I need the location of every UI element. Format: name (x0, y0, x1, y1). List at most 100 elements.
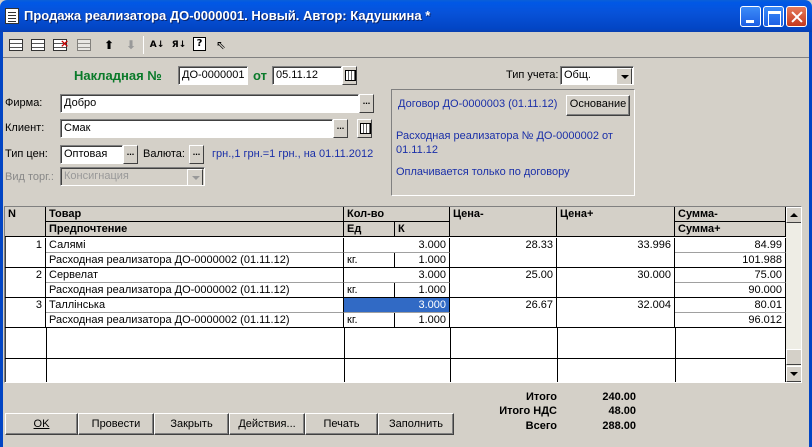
post-button[interactable]: Провести (78, 413, 154, 435)
grid-delete-icon[interactable]: × (53, 37, 69, 51)
col-header-unit[interactable]: Ед (344, 222, 395, 237)
accounting-type-select[interactable]: Общ. (560, 66, 634, 85)
arrow-down-icon[interactable]: ⬇ (123, 37, 139, 53)
row-qty[interactable]: 3.000 (344, 268, 450, 283)
arrow-up-icon[interactable]: ⬆ (101, 37, 117, 53)
row-sum-plus[interactable]: 96.012 (675, 313, 786, 328)
currency-select-button[interactable]: ... (189, 145, 204, 164)
accounting-type-label: Тип учета: (506, 69, 559, 81)
col-header-price-minus[interactable]: Цена- (450, 207, 557, 237)
col-header-k[interactable]: К (395, 222, 450, 237)
grand-total-value: 288.00 (602, 420, 636, 432)
window-title: Продажа реализатора ДО-0000001. Новый. А… (24, 8, 431, 23)
row-product[interactable]: Сервелат (46, 268, 344, 283)
price-type-select-button[interactable]: ... (123, 145, 138, 164)
actions-button[interactable]: Действия... (229, 413, 305, 435)
fill-button[interactable]: Заполнить (378, 413, 454, 435)
grid-icon[interactable] (9, 39, 23, 51)
vat-value: 48.00 (608, 405, 636, 417)
client-card-icon[interactable] (357, 119, 372, 138)
row-number[interactable]: 3 (5, 298, 46, 328)
goods-table[interactable]: N Товар Предпочтение Кол-во Ед К Цена- Ц… (4, 206, 802, 383)
date-field[interactable]: 05.11.12 (272, 66, 342, 85)
col-header-n[interactable]: N (5, 207, 46, 237)
table-scrollbar[interactable] (786, 207, 801, 382)
grid-line (5, 358, 786, 359)
invoice-number-field[interactable]: ДО-0000001 (178, 66, 248, 85)
row-sum-minus[interactable]: 84.99 (675, 238, 786, 253)
firm-select-button[interactable]: ... (359, 94, 374, 113)
client-label: Клиент: (5, 122, 45, 134)
basis-document: Расходная реализатора № ДО-0000002 от 01… (396, 130, 613, 156)
grid-copy-icon[interactable] (77, 39, 91, 51)
row-unit[interactable]: кг. (344, 313, 395, 328)
row-sum-plus[interactable]: 101.988 (675, 253, 786, 268)
minimize-button[interactable] (740, 6, 761, 27)
row-product[interactable]: Таллінська (46, 298, 344, 313)
col-header-price-plus[interactable]: Цена+ (557, 207, 675, 237)
toolbar-separator (143, 36, 144, 54)
row-preference[interactable]: Расходная реализатора ДО-0000002 (01.11.… (46, 283, 344, 298)
col-header-product[interactable]: Товар (46, 207, 344, 222)
firm-field[interactable]: Добро (60, 94, 359, 113)
print-button[interactable]: Печать (305, 413, 378, 435)
row-price-plus[interactable]: 32.004 (557, 298, 675, 328)
row-number[interactable]: 1 (5, 238, 46, 268)
row-k[interactable]: 1.000 (395, 253, 450, 268)
col-header-sum-plus[interactable]: Сумма+ (675, 222, 786, 237)
title-bar[interactable]: Продажа реализатора ДО-0000001. Новый. А… (0, 0, 812, 32)
row-price-plus[interactable]: 30.000 (557, 268, 675, 298)
firm-label: Фирма: (5, 97, 43, 109)
col-header-qty[interactable]: Кол-во (344, 207, 450, 222)
row-product[interactable]: Салямі (46, 238, 344, 253)
help-icon[interactable]: ? (193, 37, 206, 51)
row-price-minus[interactable]: 26.67 (450, 298, 557, 328)
sort-desc-icon[interactable]: Я↓ (170, 37, 188, 53)
row-preference[interactable]: Расходная реализатора ДО-0000002 (01.11.… (46, 253, 344, 268)
close-button[interactable]: Закрыть (154, 413, 229, 435)
basis-button[interactable]: Основание (566, 95, 630, 116)
row-price-plus[interactable]: 33.996 (557, 238, 675, 268)
grand-total-label: Всего (525, 420, 557, 432)
row-k[interactable]: 1.000 (395, 283, 450, 298)
row-price-minus[interactable]: 25.00 (450, 268, 557, 298)
accounting-type-value: Общ. (564, 69, 591, 81)
client-select-button[interactable]: ... (333, 119, 348, 138)
price-type-field[interactable]: Оптовая (60, 145, 123, 164)
scroll-down-icon[interactable] (786, 366, 801, 382)
row-sum-plus[interactable]: 90.000 (675, 283, 786, 298)
scroll-thumb[interactable] (786, 349, 801, 365)
close-window-button[interactable] (786, 6, 807, 27)
row-sum-minus[interactable]: 75.00 (675, 268, 786, 283)
col-header-preference[interactable]: Предпочтение (46, 222, 344, 237)
pointer-help-icon[interactable]: ⇖ (213, 37, 229, 53)
currency-label: Валюта: (143, 148, 185, 160)
row-price-minus[interactable]: 28.33 (450, 238, 557, 268)
client-field[interactable]: Смак (60, 119, 333, 138)
row-qty-selected[interactable]: 3.000 (344, 298, 450, 313)
dropdown-arrow-icon[interactable] (616, 68, 632, 84)
grid-add-icon[interactable] (31, 39, 45, 51)
row-qty[interactable]: 3.000 (344, 238, 450, 253)
document-icon (5, 8, 19, 24)
row-number[interactable]: 2 (5, 268, 46, 298)
row-k[interactable]: 1.000 (395, 313, 450, 328)
row-sum-minus[interactable]: 80.01 (675, 298, 786, 313)
ok-button[interactable]: OK (5, 413, 78, 435)
grid-line (450, 328, 451, 382)
col-header-sum-minus[interactable]: Сумма- (675, 207, 786, 222)
contract-panel: Договор ДО-0000003 (01.11.12) Основание … (391, 89, 635, 196)
trade-type-select: Консигнация (60, 167, 205, 186)
row-preference[interactable]: Расходная реализатора ДО-0000002 (01.11.… (46, 313, 344, 328)
maximize-button[interactable] (763, 6, 784, 27)
contract-title[interactable]: Договор ДО-0000003 (01.11.12) (398, 98, 557, 110)
sort-asc-icon[interactable]: А↓ (148, 37, 166, 53)
dropdown-arrow-icon (187, 169, 203, 185)
trade-type-value: Консигнация (64, 170, 129, 182)
scroll-up-icon[interactable] (786, 207, 801, 223)
calendar-icon[interactable] (342, 66, 357, 85)
row-unit[interactable]: кг. (344, 253, 395, 268)
trade-type-label: Вид торг.: (5, 171, 54, 183)
row-unit[interactable]: кг. (344, 283, 395, 298)
window-frame-left (0, 32, 3, 447)
